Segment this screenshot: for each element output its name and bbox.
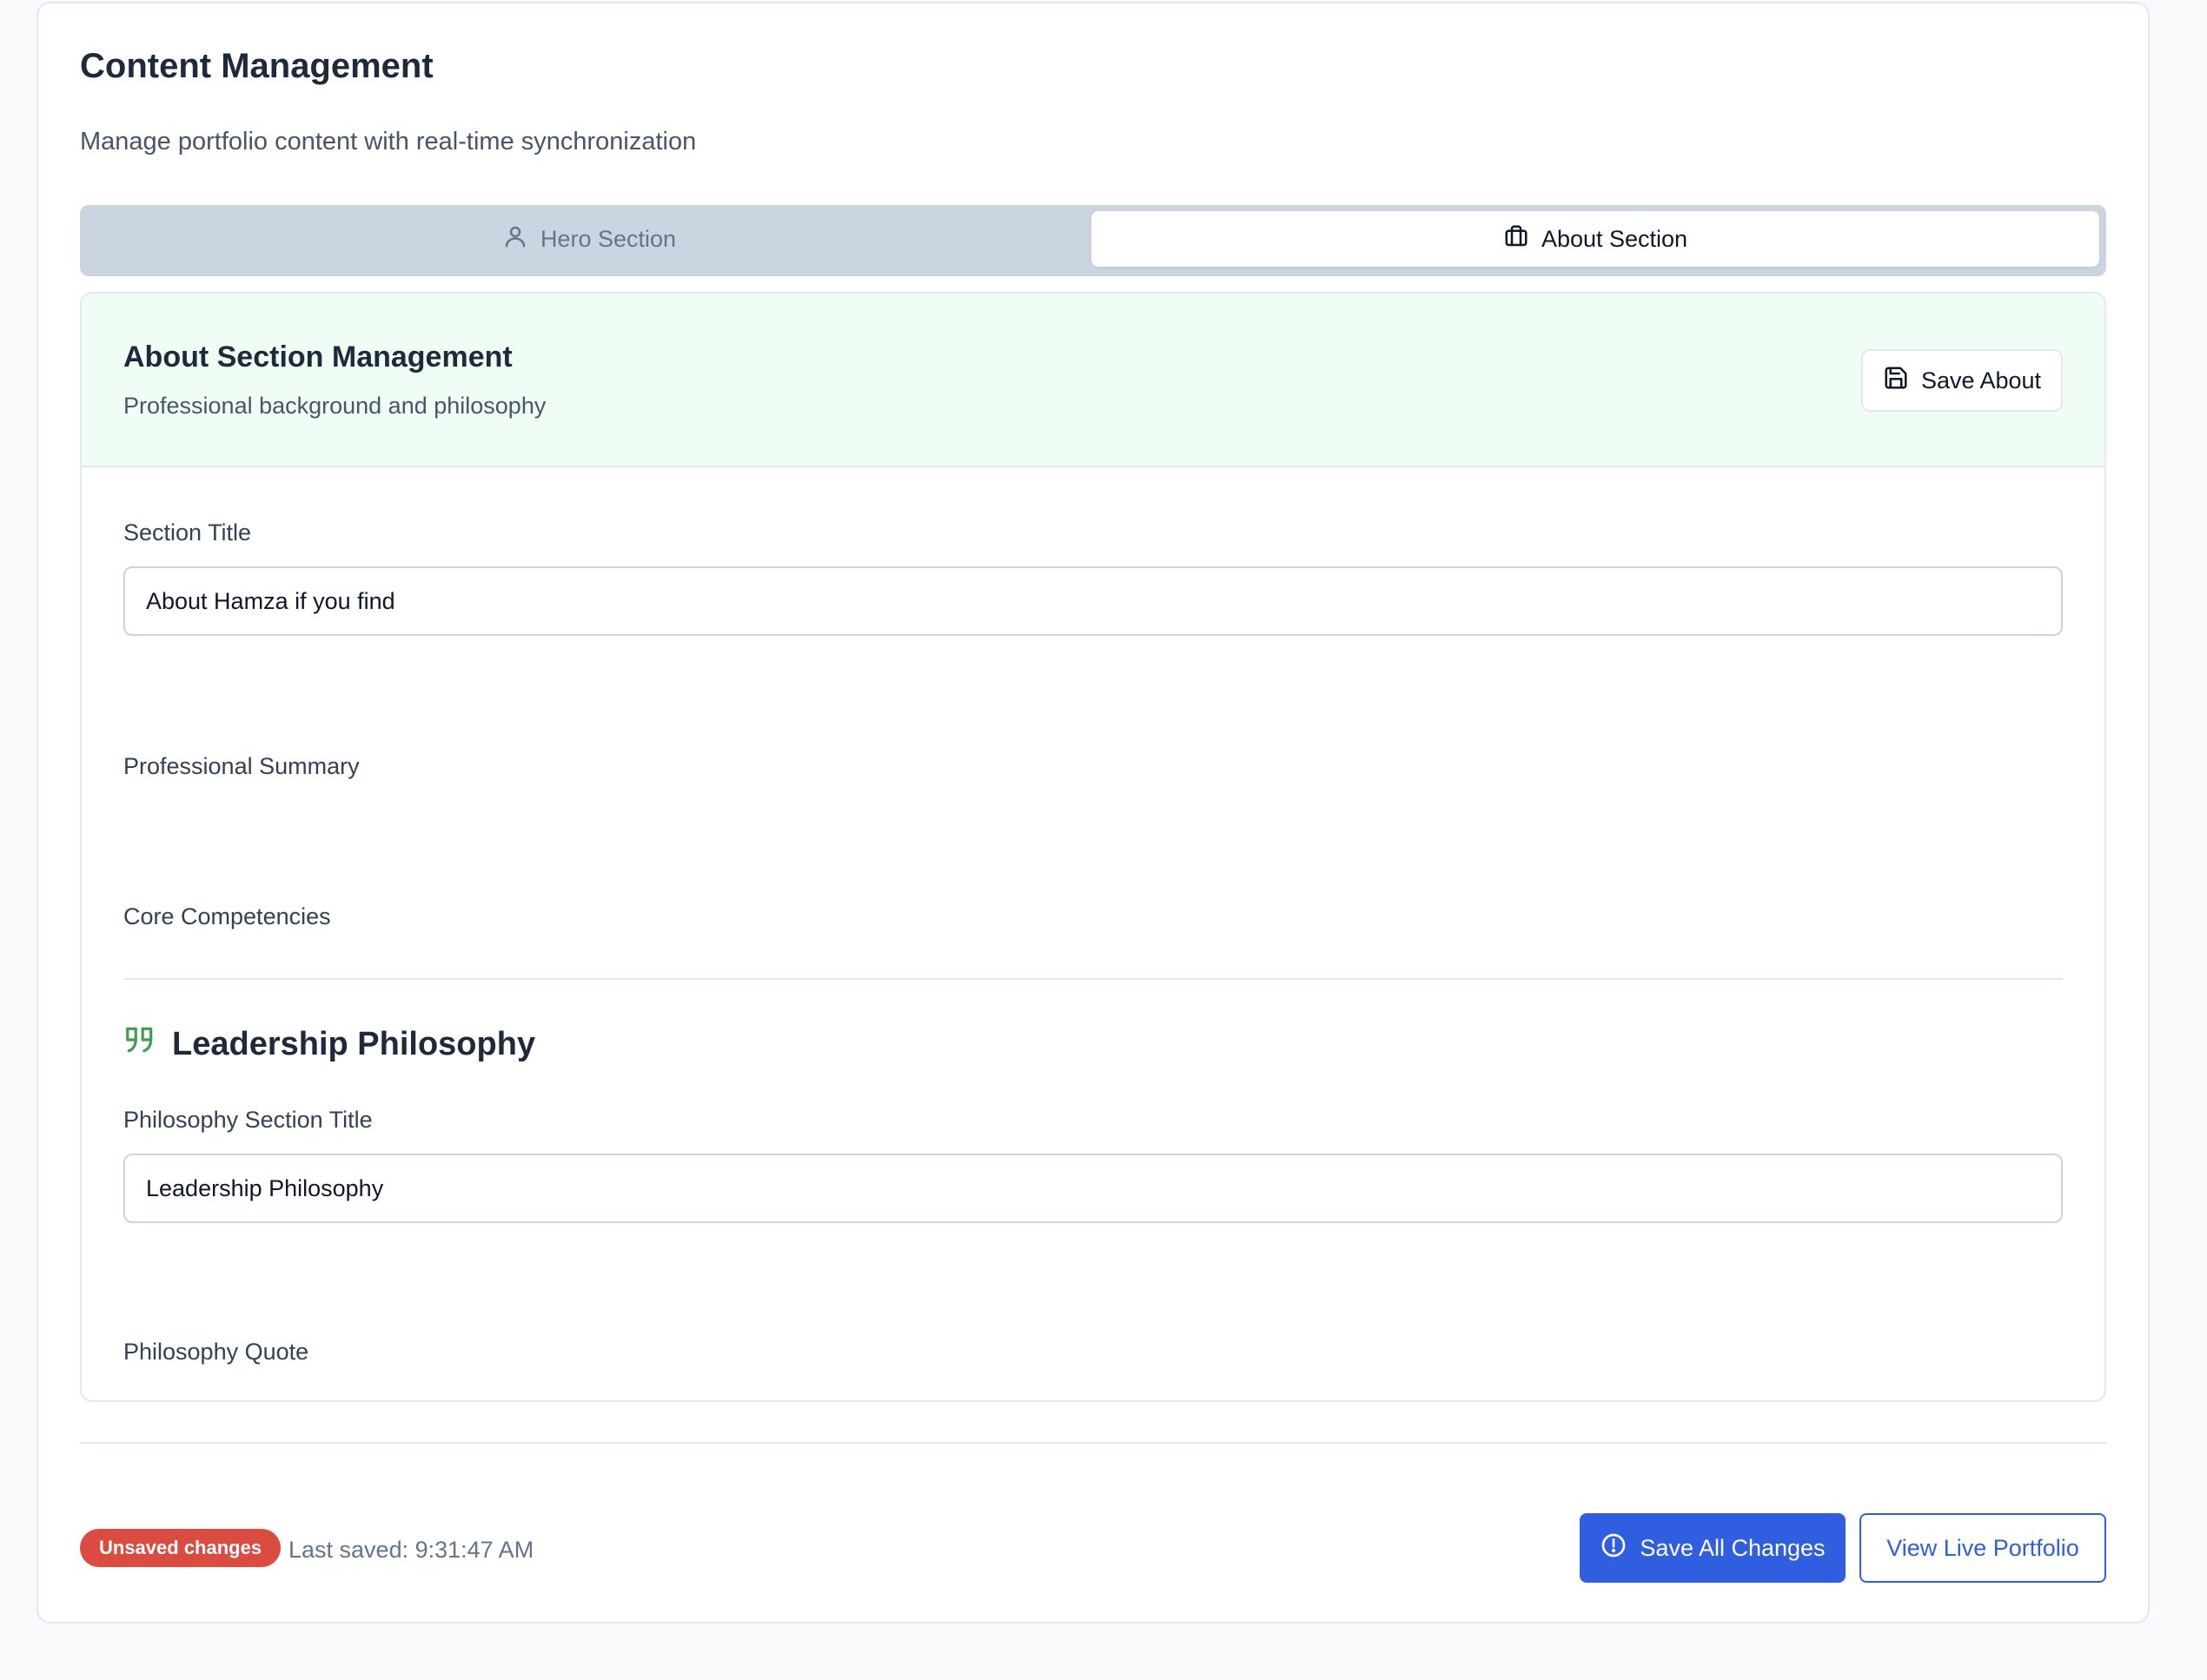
about-panel-header: About Section Management Professional ba… — [82, 294, 2104, 467]
section-title-label: Section Title — [123, 519, 252, 546]
philosophy-heading: Leadership Philosophy — [123, 1023, 535, 1065]
philosophy-title-input[interactable] — [123, 1154, 2063, 1223]
tab-hero-section[interactable]: Hero Section — [85, 211, 1093, 267]
save-icon — [1883, 365, 1909, 397]
core-competencies-label: Core Competencies — [123, 903, 331, 929]
philosophy-title-label: Philosophy Section Title — [123, 1107, 373, 1133]
page-title: Content Management — [80, 47, 434, 85]
briefcase-icon — [1503, 223, 1529, 255]
footer-divider — [80, 1442, 2106, 1444]
section-tabs: Hero Section About Section — [80, 205, 2106, 276]
philosophy-heading-text: Leadership Philosophy — [172, 1025, 536, 1062]
section-title-input[interactable] — [123, 566, 2063, 636]
content-management-card: Content Management Manage portfolio cont… — [36, 2, 2150, 1624]
section-divider — [123, 978, 2063, 980]
tab-about-section[interactable]: About Section — [1091, 211, 2099, 267]
about-section-panel: About Section Management Professional ba… — [80, 292, 2106, 1402]
tab-hero-label: Hero Section — [540, 225, 677, 252]
about-panel-title: About Section Management — [123, 341, 513, 374]
save-about-label: Save About — [1920, 367, 2042, 394]
save-about-button[interactable]: Save About — [1861, 349, 2063, 412]
view-live-portfolio-button[interactable]: View Live Portfolio — [1859, 1513, 2106, 1583]
save-all-label: Save All Changes — [1640, 1534, 1826, 1561]
last-saved-text: Last saved: 9:31:47 AM — [288, 1537, 534, 1563]
tab-about-label: About Section — [1541, 225, 1688, 252]
philosophy-quote-label: Philosophy Quote — [123, 1339, 309, 1365]
quote-icon — [123, 1023, 156, 1065]
about-panel-subtitle: Professional background and philosophy — [123, 393, 547, 419]
user-icon — [502, 223, 528, 255]
professional-summary-label: Professional Summary — [123, 753, 360, 779]
alert-circle-icon — [1600, 1531, 1627, 1565]
status-badge: Unsaved changes — [80, 1529, 282, 1567]
page-subtitle: Manage portfolio content with real-time … — [80, 128, 697, 155]
save-all-changes-button[interactable]: Save All Changes — [1580, 1513, 1846, 1583]
